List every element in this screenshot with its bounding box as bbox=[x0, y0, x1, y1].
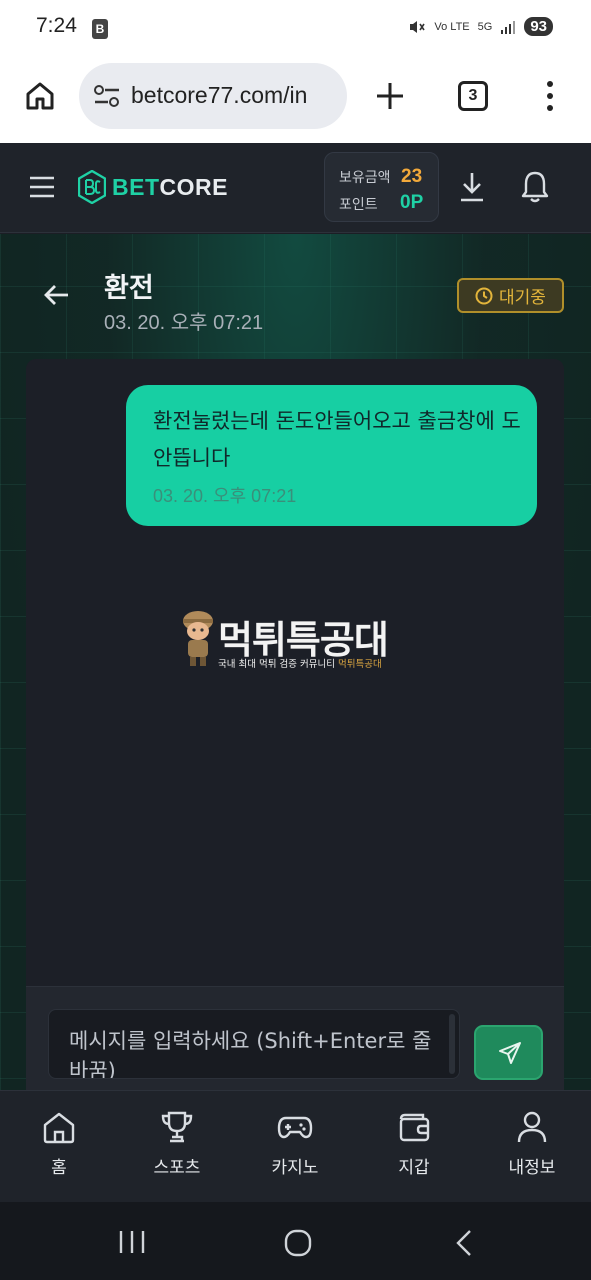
status-bar: 7:24 B Vo LTE 5G 93 bbox=[0, 0, 591, 60]
gamepad-icon bbox=[277, 1116, 313, 1139]
network-label: 5G bbox=[477, 20, 493, 33]
wallet-icon bbox=[399, 1113, 430, 1142]
watermark-tagline: 국내 최대 먹튀 검증 커뮤니티 먹튀특공대 bbox=[218, 659, 382, 670]
betcore-logo-icon bbox=[78, 170, 106, 204]
message-composer: 메시지를 입력하세요 (Shift+Enter로 줄바꿈) bbox=[26, 986, 564, 1090]
nav-item-casino[interactable]: 카지노 bbox=[245, 1109, 345, 1189]
home-icon bbox=[43, 1112, 75, 1144]
message-bubble: 환전눌렀는데 돈도안들어오고 출금창에 도안뜹니다 03. 20. 오후 07:… bbox=[126, 385, 537, 526]
watermark: 먹튀특공대 국내 최대 먹튀 검증 커뮤니티 먹튀특공대 bbox=[180, 609, 420, 671]
browser-toolbar: betcore77.com/in 3 bbox=[0, 60, 591, 143]
nav-item-wallet[interactable]: 지갑 bbox=[364, 1109, 464, 1189]
send-icon bbox=[499, 1042, 521, 1064]
balance-card[interactable]: 보유금액 23 포인트 0P bbox=[324, 152, 439, 222]
message-time: 03. 20. 오후 07:21 bbox=[153, 486, 297, 506]
nav-item-label: 내정보 bbox=[508, 1158, 556, 1178]
back-arrow-icon[interactable] bbox=[42, 283, 70, 307]
send-button[interactable] bbox=[474, 1025, 543, 1080]
soldier-mascot-icon bbox=[183, 611, 213, 666]
nav-item-label: 카지노 bbox=[271, 1158, 319, 1178]
recent-apps-icon[interactable] bbox=[118, 1230, 146, 1254]
download-icon[interactable] bbox=[458, 171, 486, 203]
status-time: 7:24 bbox=[36, 14, 77, 37]
bottom-nav: 홈 스포츠 카지노 지갑 내정보 bbox=[0, 1090, 591, 1202]
page-title: 환전 bbox=[104, 273, 154, 304]
logo-text: BETCORE bbox=[112, 173, 228, 200]
mute-icon bbox=[410, 20, 426, 33]
trophy-icon bbox=[161, 1111, 193, 1143]
app-header: BETCORE 보유금액 23 포인트 0P bbox=[0, 143, 591, 233]
menu-icon[interactable] bbox=[28, 176, 56, 198]
url-text[interactable]: betcore77.com/in bbox=[131, 82, 307, 109]
more-menu-icon[interactable] bbox=[544, 80, 556, 112]
status-badge: 대기중 bbox=[457, 278, 564, 313]
system-nav-bar bbox=[0, 1202, 591, 1280]
new-tab-icon[interactable] bbox=[374, 80, 406, 112]
site-settings-icon[interactable] bbox=[93, 85, 121, 107]
bell-icon[interactable] bbox=[520, 170, 550, 204]
balance-label: 보유금액 bbox=[339, 170, 391, 186]
logo[interactable]: BETCORE bbox=[78, 170, 228, 204]
message-text: 환전눌렀는데 돈도안들어오고 출금창에 도안뜹니다 bbox=[153, 409, 521, 470]
points-value: 0P bbox=[400, 192, 424, 213]
system-back-icon[interactable] bbox=[455, 1229, 473, 1257]
nav-item-home[interactable]: 홈 bbox=[9, 1109, 109, 1189]
status-text: 대기중 bbox=[499, 288, 546, 308]
app-badge-icon: B bbox=[92, 19, 108, 39]
user-icon bbox=[517, 1111, 547, 1143]
page-timestamp: 03. 20. 오후 07:21 bbox=[104, 312, 264, 334]
tab-count-button[interactable]: 3 bbox=[458, 81, 488, 111]
nav-item-my-info[interactable]: 내정보 bbox=[482, 1109, 582, 1189]
nav-item-sports[interactable]: 스포츠 bbox=[127, 1109, 227, 1189]
status-icons: Vo LTE 5G 93 bbox=[408, 17, 553, 36]
volte-label: Vo LTE bbox=[434, 20, 470, 33]
message-input-placeholder: 메시지를 입력하세요 (Shift+Enter로 줄바꿈) bbox=[69, 1029, 432, 1079]
nav-item-label: 홈 bbox=[51, 1158, 67, 1178]
input-scrollbar[interactable] bbox=[449, 1014, 455, 1074]
nav-item-label: 지갑 bbox=[398, 1158, 430, 1178]
system-home-icon[interactable] bbox=[284, 1229, 312, 1257]
clock-icon bbox=[475, 287, 493, 304]
chat-page: 환전 03. 20. 오후 07:21 대기중 환전눌렀는데 돈도안들어오고 출… bbox=[0, 234, 591, 1099]
address-bar[interactable]: betcore77.com/in bbox=[79, 63, 347, 129]
battery-icon: 93 bbox=[524, 17, 553, 36]
home-icon[interactable] bbox=[24, 80, 56, 112]
balance-value: 23 bbox=[401, 166, 423, 187]
signal-icon bbox=[501, 20, 516, 34]
message-input[interactable]: 메시지를 입력하세요 (Shift+Enter로 줄바꿈) bbox=[48, 1009, 460, 1079]
nav-item-label: 스포츠 bbox=[153, 1158, 201, 1178]
points-label: 포인트 bbox=[339, 197, 378, 213]
